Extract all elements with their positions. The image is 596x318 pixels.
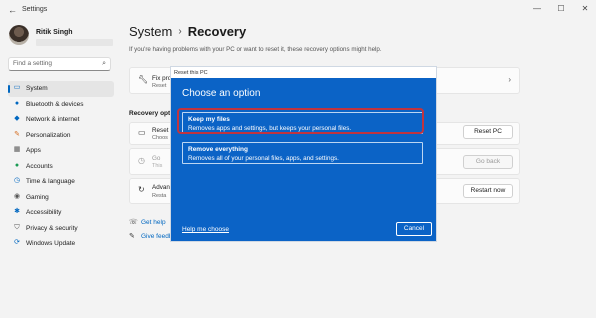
system-icon: ▭ <box>13 84 21 91</box>
reset-pc-dialog: Reset this PC Choose an option Keep my f… <box>170 66 437 242</box>
remove-everything-option[interactable]: Remove everything Removes all of your pe… <box>182 142 423 164</box>
app-title: Settings <box>22 6 48 13</box>
sidebar-item-time-language[interactable]: ◷ Time & language <box>8 174 114 190</box>
avatar <box>9 25 29 45</box>
advanced-title: Advan <box>152 184 170 191</box>
cancel-button[interactable]: Cancel <box>396 222 432 236</box>
section-title: Recovery optio <box>129 110 176 117</box>
chevron-right-icon: › <box>178 26 182 37</box>
dialog-title-bar: Reset this PC <box>171 67 436 78</box>
sidebar-item-label: System <box>26 85 48 93</box>
sidebar-item-label: Apps <box>26 147 41 155</box>
sidebar-item-label: Bluetooth & devices <box>26 100 84 108</box>
back-arrow-icon[interactable]: ← <box>8 5 17 15</box>
reset-pc-button[interactable]: Reset PC <box>463 125 513 139</box>
close-button[interactable]: ✕ <box>578 4 592 13</box>
page-title: Recovery <box>187 24 247 39</box>
breadcrumb: System › Recovery <box>129 24 246 39</box>
sidebar-item-accounts[interactable]: ● Accounts <box>8 159 114 175</box>
wrench-icon: 🔧︎ <box>138 75 149 84</box>
highlight-box <box>177 108 424 134</box>
apps-icon: ▦ <box>13 146 21 153</box>
sidebar-item-privacy-security[interactable]: ⛉ Privacy & security <box>8 221 114 237</box>
go-back-subtitle: This <box>152 163 163 169</box>
option-title: Remove everything <box>188 146 248 153</box>
sidebar-item-label: Accessibility <box>26 209 62 217</box>
advanced-subtitle: Resta <box>152 193 167 199</box>
search-icon: ⌕ <box>102 60 106 67</box>
accounts-icon: ● <box>14 161 20 169</box>
get-help-link[interactable]: ☏ Get help <box>129 218 166 227</box>
dialog-heading: Choose an option <box>182 88 261 99</box>
shield-icon: ⛉ <box>14 223 20 231</box>
sidebar-item-windows-update[interactable]: ⟳ Windows Update <box>8 236 114 252</box>
help-icon: ☏ <box>129 219 138 226</box>
sidebar-item-network[interactable]: ◆ Network & internet <box>8 112 114 128</box>
title-bar: ← Settings — ☐ ✕ <box>0 0 596 22</box>
profile[interactable]: Ritik Singh <box>9 25 113 46</box>
network-icon: ◆ <box>14 115 20 122</box>
sidebar-item-system[interactable]: ▭ System <box>8 81 114 97</box>
accessibility-icon: ✱ <box>14 208 20 215</box>
update-icon: ⟳ <box>14 239 20 246</box>
profile-email-redacted <box>36 39 113 46</box>
sidebar-item-label: Gaming <box>26 193 49 201</box>
breadcrumb-parent[interactable]: System <box>129 24 172 39</box>
sidebar-item-gaming[interactable]: ◉ Gaming <box>8 190 114 206</box>
restart-now-button[interactable]: Restart now <box>463 184 513 198</box>
help-me-choose-link[interactable]: Help me choose <box>182 226 229 233</box>
sidebar-item-label: Time & language <box>26 178 75 186</box>
reset-pc-icon: ▭ <box>138 128 146 137</box>
give-feedback-label: Give feedb <box>141 232 173 240</box>
search-placeholder: Find a setting <box>13 60 53 67</box>
sidebar-item-label: Network & internet <box>26 116 80 124</box>
minimize-button[interactable]: — <box>530 4 544 13</box>
go-back-button[interactable]: Go back <box>463 155 513 169</box>
gaming-icon: ◉ <box>13 192 21 200</box>
sidebar-item-label: Accounts <box>26 162 53 170</box>
feedback-icon: ✎ <box>129 233 135 240</box>
sidebar-item-accessibility[interactable]: ✱ Accessibility <box>8 205 114 221</box>
bluetooth-icon: ● <box>14 99 20 107</box>
sidebar-item-personalization[interactable]: ✎ Personalization <box>8 128 114 144</box>
advanced-startup-icon: ↻ <box>138 185 145 194</box>
go-back-title: Go <box>152 155 161 162</box>
fix-problems-title: Fix pro <box>152 75 172 82</box>
sidebar-item-label: Windows Update <box>26 240 76 248</box>
maximize-button[interactable]: ☐ <box>554 4 568 13</box>
chevron-right-icon: › <box>508 75 511 84</box>
window-controls: — ☐ ✕ <box>530 4 592 13</box>
sidebar-item-bluetooth[interactable]: ● Bluetooth & devices <box>8 97 114 113</box>
intro-text: If you're having problems with your PC o… <box>129 46 382 53</box>
sidebar-item-label: Personalization <box>26 131 71 139</box>
search-input[interactable]: Find a setting ⌕ <box>8 57 111 71</box>
option-description: Removes all of your personal files, apps… <box>188 155 339 162</box>
sidebar-item-label: Privacy & security <box>26 224 78 232</box>
sidebar-nav: ▭ System ● Bluetooth & devices ◆ Network… <box>8 81 114 252</box>
clock-icon: ◷ <box>13 177 21 184</box>
brush-icon: ✎ <box>14 130 20 138</box>
profile-name: Ritik Singh <box>36 29 73 36</box>
reset-subtitle: Choos <box>152 135 168 141</box>
fix-problems-subtitle: Reset <box>152 83 167 89</box>
give-feedback-link[interactable]: ✎ Give feedb <box>129 232 173 241</box>
get-help-label: Get help <box>141 218 166 226</box>
sidebar-item-apps[interactable]: ▦ Apps <box>8 143 114 159</box>
history-icon: ◷ <box>138 156 145 165</box>
reset-title: Reset <box>152 127 169 134</box>
